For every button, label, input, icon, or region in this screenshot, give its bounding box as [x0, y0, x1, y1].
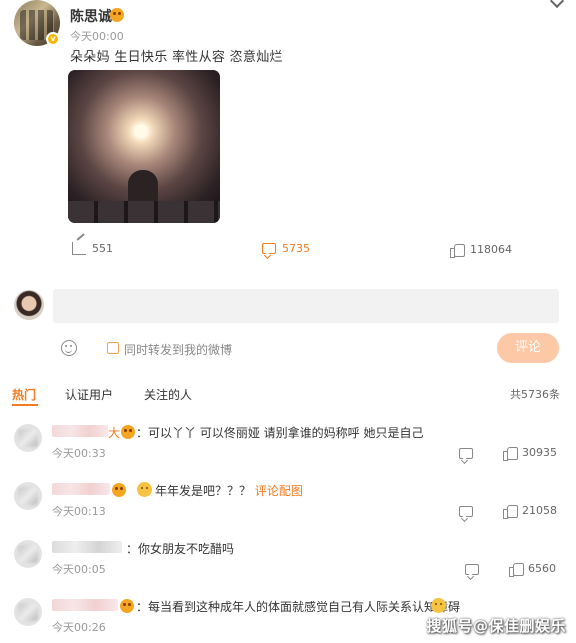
commenter-name-blurred[interactable] — [52, 541, 122, 553]
thumbs-up-icon — [450, 243, 465, 258]
reply-icon[interactable] — [459, 506, 473, 517]
commenter-avatar[interactable] — [14, 598, 42, 626]
member-emoji-icon — [120, 599, 134, 613]
thumbs-up-icon — [509, 562, 524, 577]
comment-input[interactable] — [53, 289, 559, 323]
tab-verified-users[interactable]: 认证用户 — [65, 386, 113, 403]
cat-emoji-icon — [431, 598, 446, 613]
repost-count: 551 — [92, 242, 113, 255]
comment-like-button[interactable]: 30935 — [503, 446, 557, 461]
repost-checkbox-label[interactable]: 同时转发到我的微博 — [124, 341, 232, 358]
smile-emoji-icon — [137, 482, 152, 497]
comment-like-button[interactable]: 6560 — [509, 562, 556, 577]
emoji-picker-icon[interactable] — [61, 340, 77, 356]
comment-like-button[interactable]: 21058 — [503, 504, 557, 519]
author-name[interactable]: 陈思诚 — [70, 6, 112, 26]
comment-text: ：你女朋友不吃醋吗 — [126, 542, 235, 556]
submit-comment-button[interactable]: 评论 — [497, 333, 559, 363]
tab-hot[interactable]: 热门 — [12, 386, 36, 403]
comment-like-count: 21058 — [522, 504, 557, 517]
my-avatar — [14, 290, 44, 320]
comment-time: 今天00:33 — [52, 447, 106, 460]
post-image[interactable] — [68, 70, 220, 223]
repost-checkbox[interactable] — [107, 342, 119, 354]
share-icon — [72, 242, 86, 255]
commenter-avatar[interactable] — [14, 424, 42, 452]
comment-like-count: 30935 — [522, 446, 557, 459]
commenter-avatar[interactable] — [14, 540, 42, 568]
commenter-name-suffix[interactable]: 大 — [108, 424, 120, 441]
watermark: 搜狐号@保佳删娱乐 — [426, 617, 566, 635]
member-emoji-icon — [112, 483, 126, 497]
comment-text: ：可以丫丫 可以佟丽娅 请别拿谁的妈称呼 她只是自己 — [136, 426, 424, 440]
member-emoji-icon — [110, 8, 124, 22]
comment-text-body: 年年发是吧？？？ — [155, 484, 252, 498]
repost-button[interactable]: 551 — [72, 242, 113, 255]
comment-time: 今天00:05 — [52, 563, 106, 576]
comment-time: 今天00:26 — [52, 621, 106, 634]
like-button[interactable]: 118064 — [450, 243, 512, 258]
commenter-name-blurred[interactable] — [52, 425, 108, 437]
comment-icon — [262, 243, 276, 254]
total-comments-count: 共5736条 — [510, 388, 560, 401]
active-tab-indicator — [12, 404, 38, 406]
commenter-name-blurred[interactable] — [52, 483, 110, 495]
comment-time: 今天00:13 — [52, 505, 106, 518]
comment-count: 5735 — [282, 242, 310, 255]
post-text: 朵朵妈 生日快乐 率性从容 恣意灿烂 — [70, 50, 283, 65]
comment-text: ：每当看到这种成年人的体面就感觉自己有人际关系认知障碍 — [136, 600, 461, 614]
comment-text: 年年发是吧？？？ 评论配图 — [155, 482, 303, 499]
comment-button[interactable]: 5735 — [262, 242, 310, 255]
member-emoji-icon — [121, 425, 135, 439]
chevron-down-icon[interactable] — [549, 0, 565, 9]
commenter-name-blurred[interactable] — [52, 599, 118, 611]
tab-following[interactable]: 关注的人 — [144, 386, 192, 403]
reply-icon[interactable] — [459, 448, 473, 459]
like-count: 118064 — [470, 243, 512, 256]
commenter-avatar[interactable] — [14, 482, 42, 510]
thumbs-up-icon — [503, 446, 518, 461]
comment-like-count: 6560 — [528, 562, 556, 575]
post-time[interactable]: 今天00:00 — [70, 28, 124, 44]
reply-icon[interactable] — [465, 564, 479, 575]
comment-image-link[interactable]: 评论配图 — [255, 484, 303, 498]
thumbs-up-icon — [503, 504, 518, 519]
verified-badge-icon: v — [46, 32, 60, 46]
